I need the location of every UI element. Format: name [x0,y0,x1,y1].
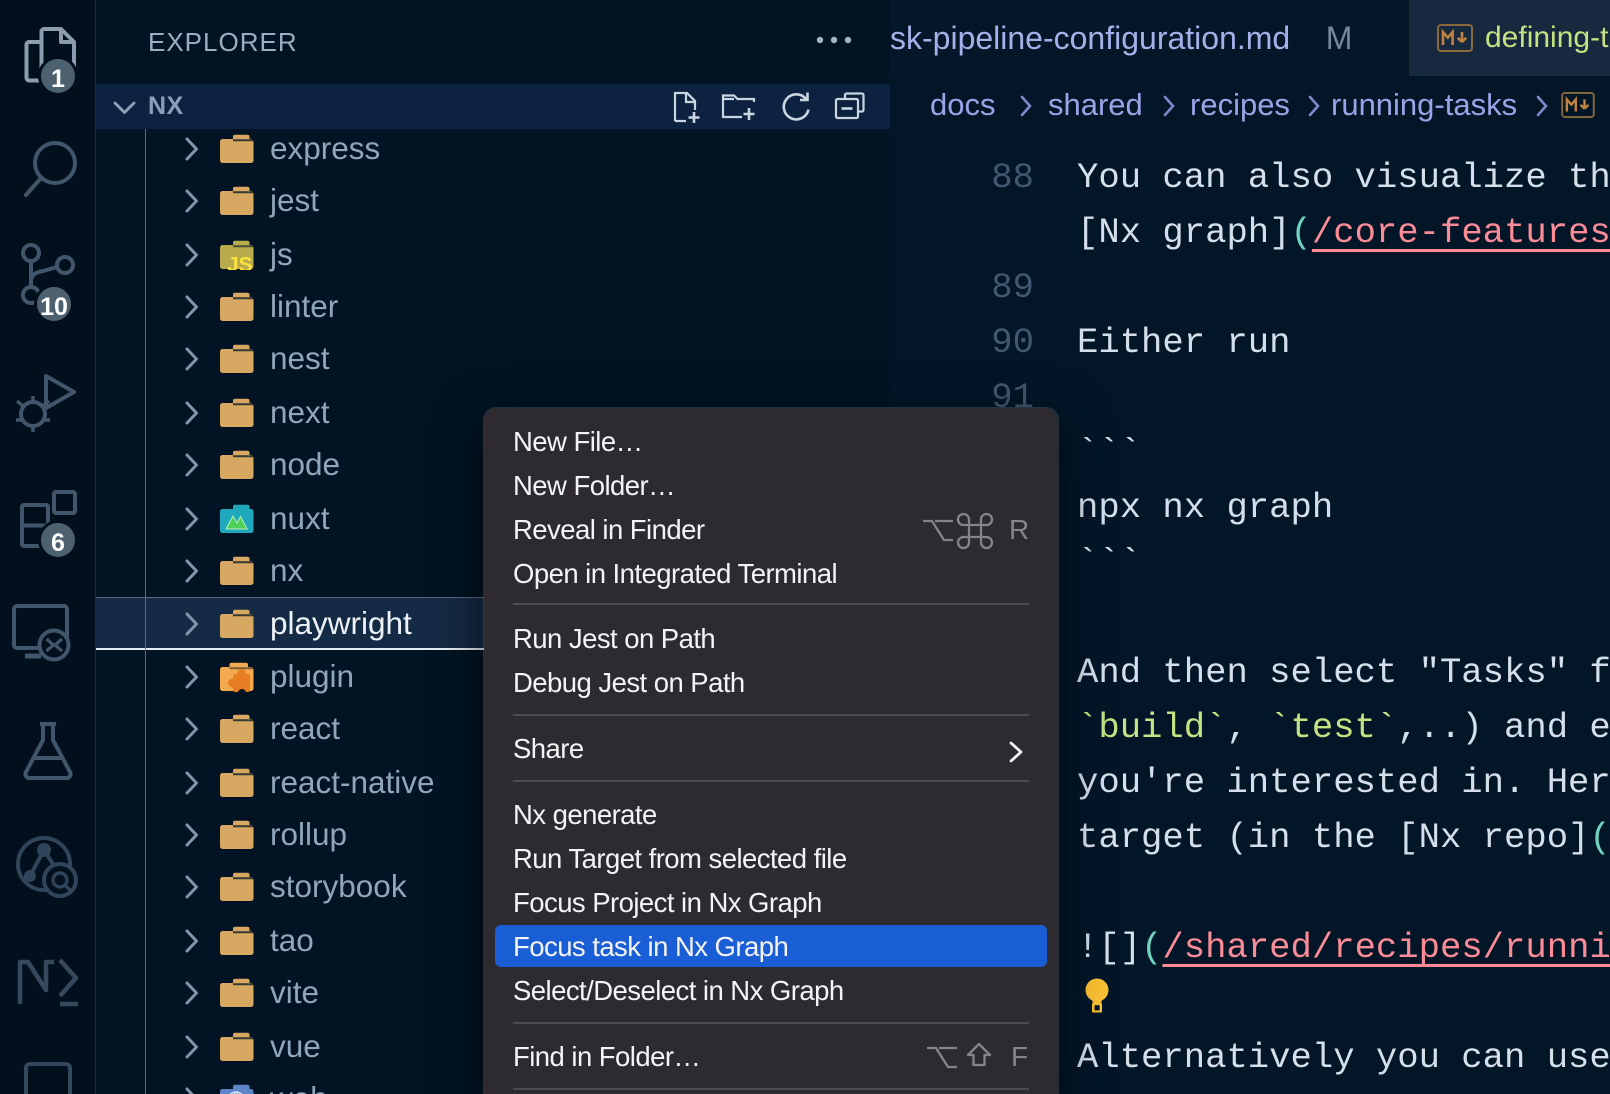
svg-text:F: F [1011,1041,1028,1072]
svg-text:R: R [1009,514,1029,545]
svg-text:JS: JS [227,254,253,271]
